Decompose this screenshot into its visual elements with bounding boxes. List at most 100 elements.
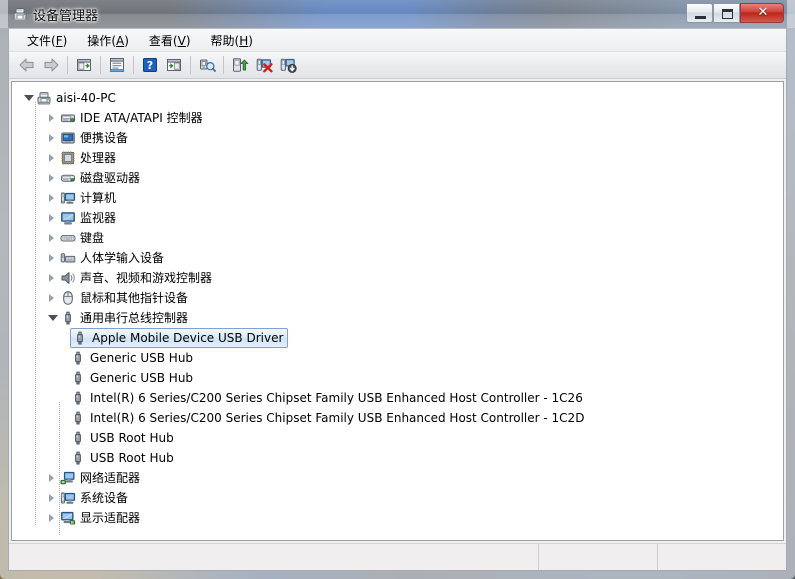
update-driver-button[interactable] — [228, 54, 252, 76]
toolbar-separator — [67, 56, 68, 74]
tree-device-intel-ehci-1c2d[interactable]: Intel(R) 6 Series/C200 Series Chipset Fa… — [12, 408, 783, 428]
tree-category-display-adapter[interactable]: 显示适配器 — [12, 508, 783, 528]
close-button[interactable]: ✕ — [740, 3, 784, 23]
close-icon: ✕ — [741, 5, 785, 20]
hid-device-icon — [60, 250, 76, 266]
chevron-right-icon — [49, 134, 54, 142]
expander-system-devices[interactable] — [46, 488, 60, 508]
tree-category-sound[interactable]: 声音、视频和游戏控制器 — [12, 268, 783, 288]
title-bar[interactable]: 设备管理器 ✕ — [0, 0, 795, 28]
tree-device-intel-ehci-1c26[interactable]: Intel(R) 6 Series/C200 Series Chipset Fa… — [12, 388, 783, 408]
ide-controller-icon — [60, 110, 76, 126]
device-tree-panel[interactable]: aisi-40-PC IDE ATA/ATAPI 控制器 — [11, 81, 784, 541]
mouse-icon — [60, 290, 76, 306]
status-pane-tertiary — [658, 544, 786, 570]
usb-device-icon — [72, 330, 88, 346]
menu-help-accel: H — [239, 34, 248, 48]
tree-category-portable[interactable]: 便携设备 — [12, 128, 783, 148]
tree-device-usb-root-hub-1[interactable]: USB Root Hub — [12, 428, 783, 448]
tree-category-disk[interactable]: 磁盘驱动器 — [12, 168, 783, 188]
expander-computer[interactable] — [46, 188, 60, 208]
expander-hid[interactable] — [46, 248, 60, 268]
menu-action[interactable]: 操作(A) — [77, 30, 139, 51]
chevron-right-icon — [49, 294, 54, 302]
tree-device-generic-usb-hub-2[interactable]: Generic USB Hub — [12, 368, 783, 388]
expander-network[interactable] — [46, 468, 60, 488]
menu-file[interactable]: 文件(F) — [17, 30, 77, 51]
expander-keyboard[interactable] — [46, 228, 60, 248]
tree-category-mouse[interactable]: 鼠标和其他指针设备 — [12, 288, 783, 308]
expander-disk[interactable] — [46, 168, 60, 188]
menu-help[interactable]: 帮助(H) — [201, 30, 263, 51]
back-button[interactable] — [15, 54, 39, 76]
expander-usb-controller[interactable] — [46, 308, 60, 328]
minimize-button[interactable] — [686, 3, 713, 23]
tree-root-node[interactable]: aisi-40-PC — [12, 88, 783, 108]
menu-help-label: 帮助 — [211, 34, 235, 48]
forward-button[interactable] — [39, 54, 63, 76]
console-tree-icon — [76, 57, 92, 73]
status-pane-secondary — [539, 544, 658, 570]
disable-device-button[interactable] — [276, 54, 300, 76]
tree-category-processor[interactable]: 处理器 — [12, 148, 783, 168]
scan-hardware-changes-button[interactable] — [195, 54, 219, 76]
tree-device-label: Intel(R) 6 Series/C200 Series Chipset Fa… — [90, 390, 583, 406]
expander-sound[interactable] — [46, 268, 60, 288]
tree-category-computer[interactable]: 计算机 — [12, 188, 783, 208]
chevron-down-icon — [48, 315, 58, 321]
tree-device-label: Generic USB Hub — [90, 370, 193, 386]
tree-device-generic-usb-hub-1[interactable]: Generic USB Hub — [12, 348, 783, 368]
tree-category-label: 磁盘驱动器 — [80, 170, 140, 186]
disable-device-icon — [280, 57, 297, 73]
chevron-right-icon — [49, 474, 54, 482]
tree-category-label: 鼠标和其他指针设备 — [80, 290, 188, 306]
tree-device-usb-root-hub-2[interactable]: USB Root Hub — [12, 448, 783, 468]
device-tree: aisi-40-PC IDE ATA/ATAPI 控制器 — [12, 82, 783, 528]
tree-category-network[interactable]: 网络适配器 — [12, 468, 783, 488]
tree-category-system-devices[interactable]: 系统设备 — [12, 488, 783, 508]
uninstall-device-icon — [256, 57, 273, 73]
expander-root[interactable] — [22, 88, 36, 108]
uninstall-device-button[interactable] — [252, 54, 276, 76]
expander-mouse[interactable] — [46, 288, 60, 308]
chevron-right-icon — [49, 174, 54, 182]
scan-hardware-icon — [199, 57, 216, 73]
usb-device-icon — [70, 430, 86, 446]
expander-ide[interactable] — [46, 108, 60, 128]
help-question-icon: ? — [142, 57, 158, 73]
usb-device-icon — [70, 390, 86, 406]
selected-device-item[interactable]: Apple Mobile Device USB Driver — [70, 328, 288, 348]
expander-processor[interactable] — [46, 148, 60, 168]
expander-display-adapter[interactable] — [46, 508, 60, 528]
help-button[interactable]: ? — [138, 54, 162, 76]
show-hide-action-pane-button[interactable] — [162, 54, 186, 76]
minimize-icon — [695, 16, 706, 19]
tree-category-monitor[interactable]: 监视器 — [12, 208, 783, 228]
menu-bar: 文件(F) 操作(A) 查看(V) 帮助(H) — [9, 29, 786, 52]
menu-view[interactable]: 查看(V) — [139, 30, 201, 51]
maximize-button[interactable] — [713, 3, 740, 23]
chevron-down-icon — [24, 95, 34, 101]
tree-category-ide[interactable]: IDE ATA/ATAPI 控制器 — [12, 108, 783, 128]
tree-device-label: Generic USB Hub — [90, 350, 193, 366]
expander-monitor[interactable] — [46, 208, 60, 228]
show-hide-console-tree-button[interactable] — [72, 54, 96, 76]
menu-view-label: 查看 — [149, 34, 173, 48]
processor-icon — [60, 150, 76, 166]
tree-device-label: Apple Mobile Device USB Driver — [92, 330, 283, 346]
display-adapter-icon — [60, 510, 76, 526]
tree-category-keyboard[interactable]: 键盘 — [12, 228, 783, 248]
usb-controller-icon — [60, 310, 76, 326]
back-arrow-icon — [18, 57, 36, 73]
window-client-area: 文件(F) 操作(A) 查看(V) 帮助(H) — [8, 28, 787, 571]
tree-device-apple-usb-driver[interactable]: Apple Mobile Device USB Driver — [12, 328, 783, 348]
usb-device-icon — [70, 450, 86, 466]
expander-portable[interactable] — [46, 128, 60, 148]
tree-category-hid[interactable]: 人体学输入设备 — [12, 248, 783, 268]
update-driver-icon — [232, 57, 249, 73]
properties-button[interactable] — [105, 54, 129, 76]
svg-text:?: ? — [147, 59, 153, 72]
chevron-right-icon — [49, 214, 54, 222]
tree-category-usb-controller[interactable]: 通用串行总线控制器 — [12, 308, 783, 328]
maximize-icon — [722, 9, 733, 19]
